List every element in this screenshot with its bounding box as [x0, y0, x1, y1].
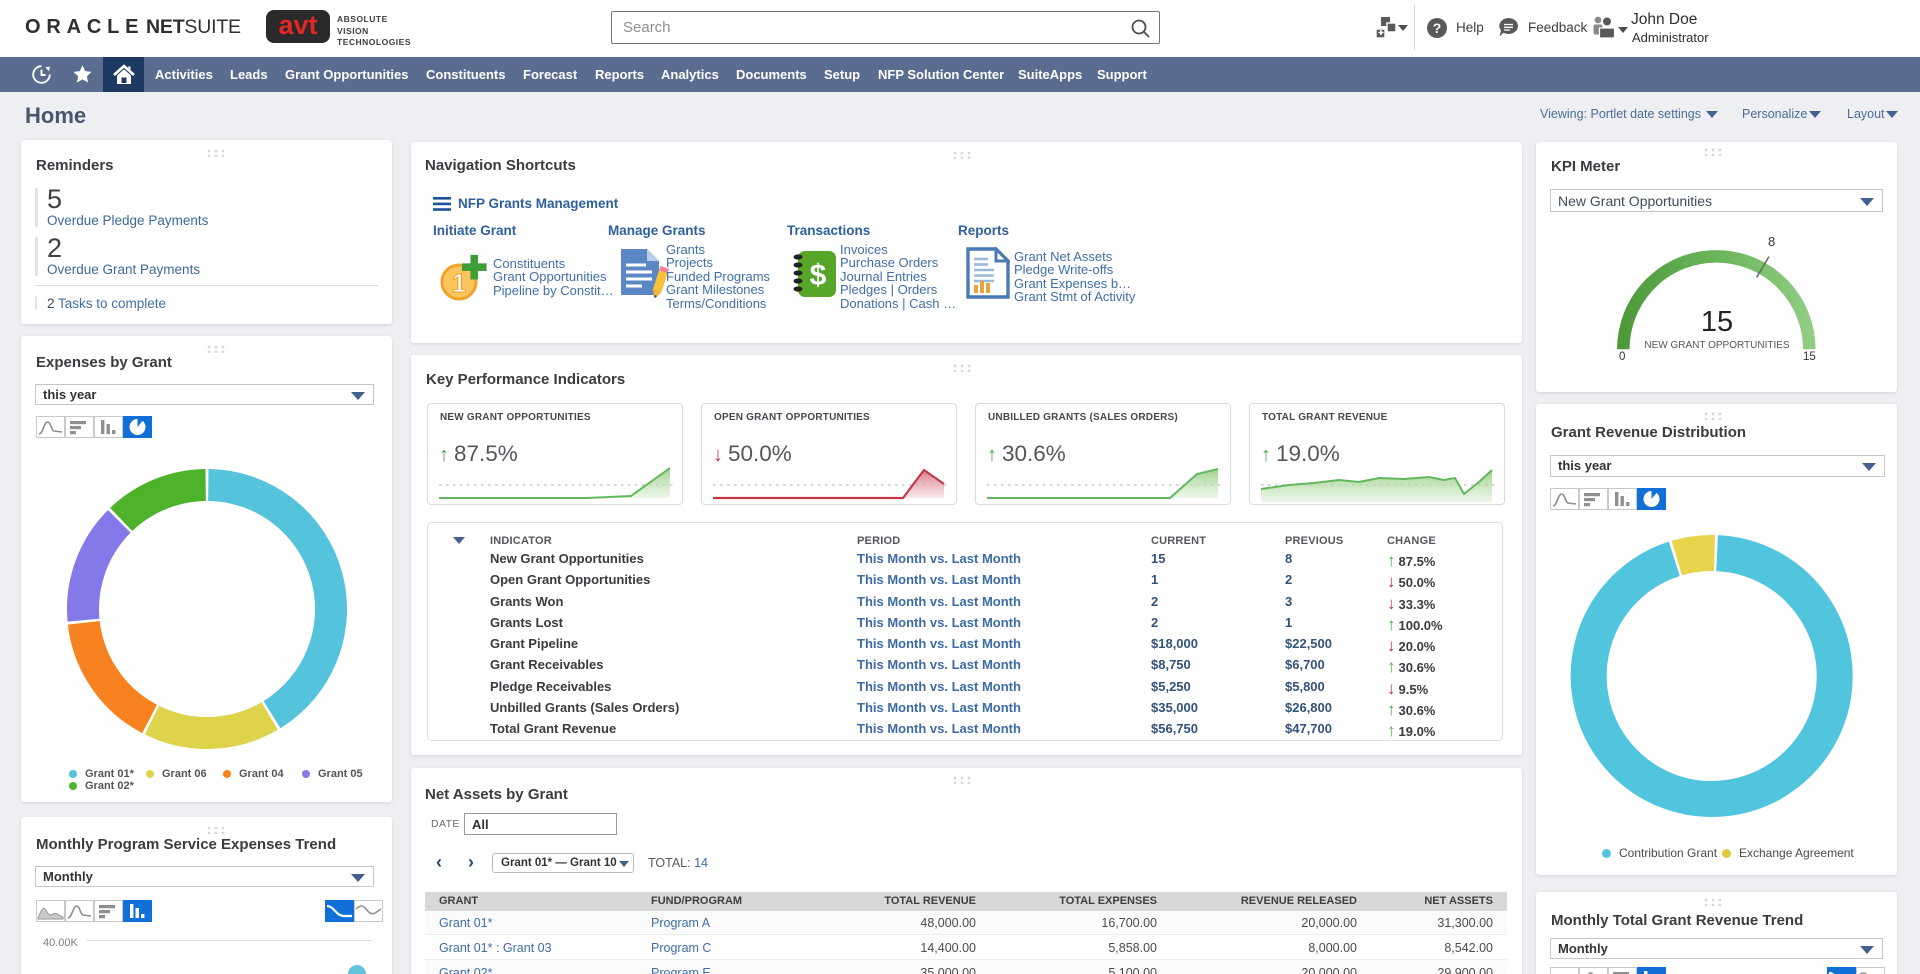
svg-text:$: $	[810, 259, 827, 292]
svg-text:1: 1	[452, 268, 466, 298]
svg-text:?: ?	[1433, 20, 1442, 36]
